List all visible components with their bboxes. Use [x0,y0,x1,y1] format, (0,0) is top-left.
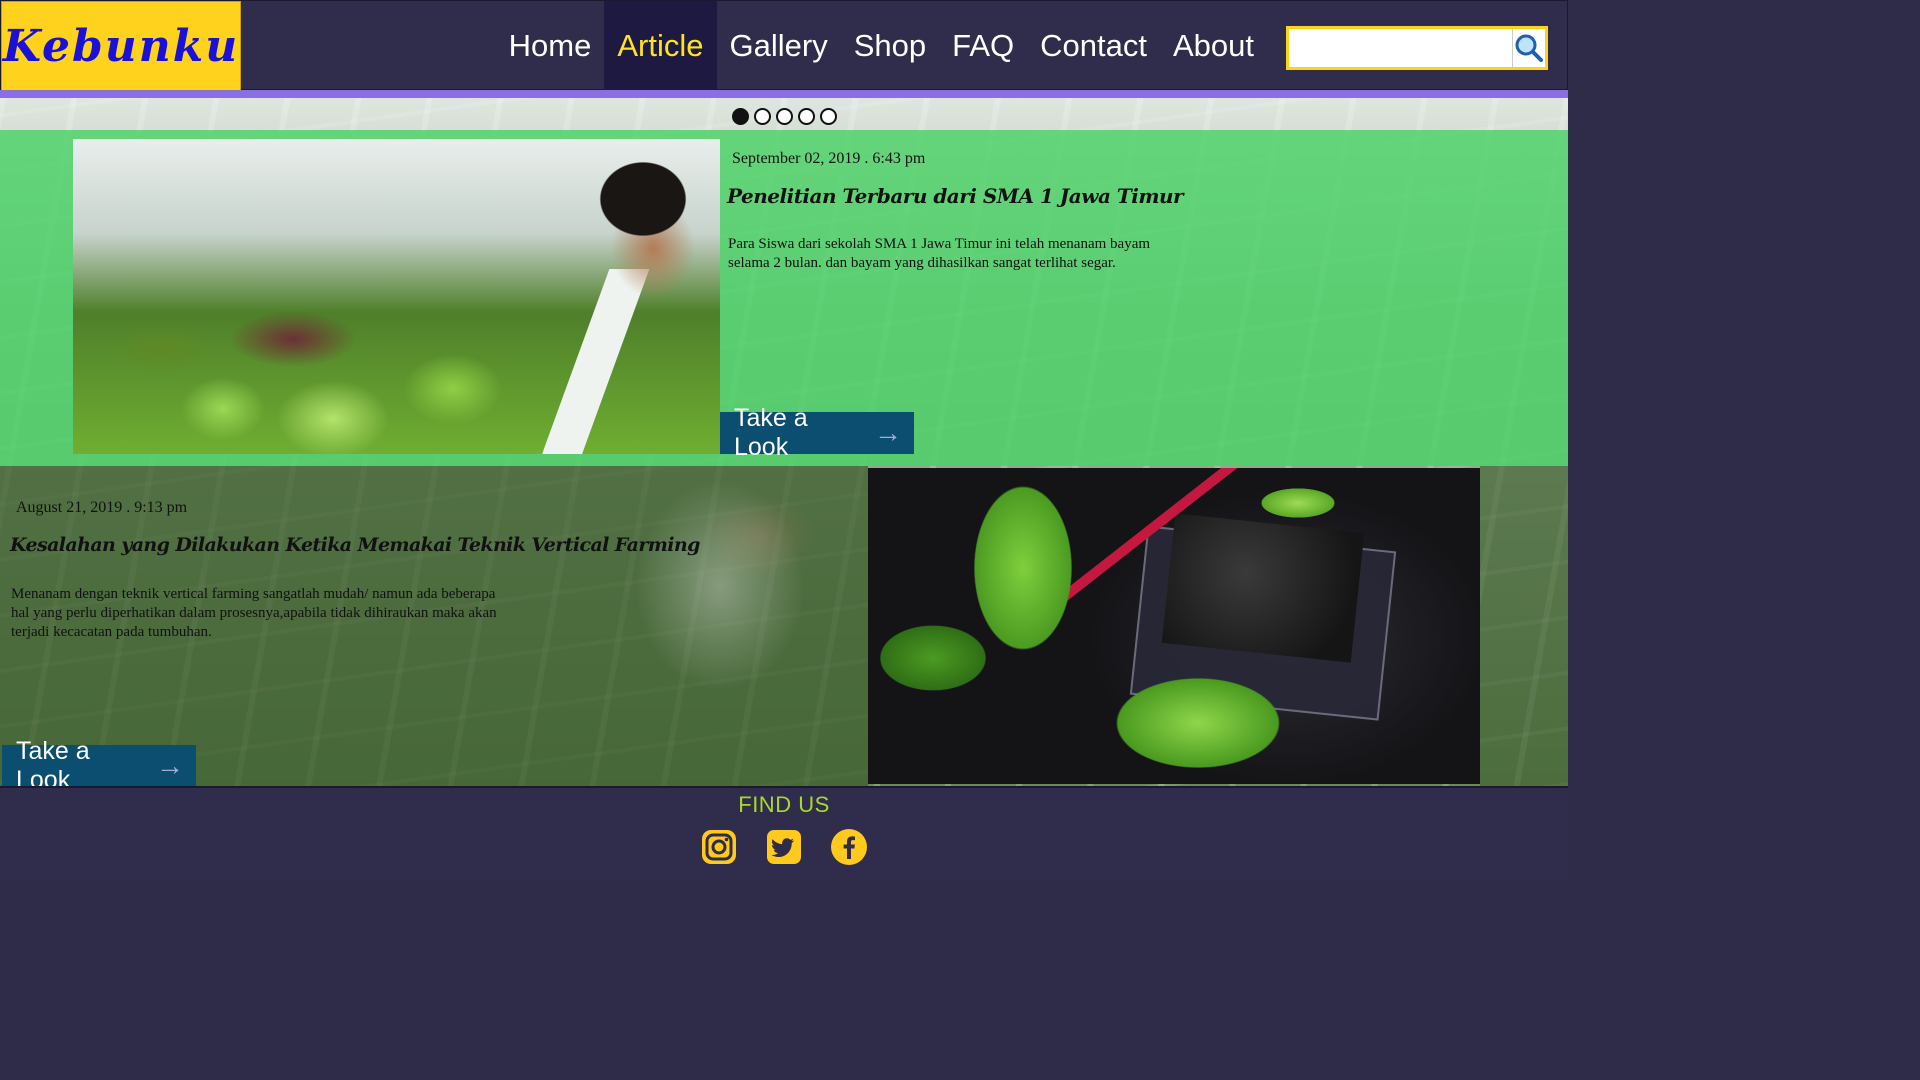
social-links [700,828,868,866]
button-label: Take a Look [734,404,808,461]
logo[interactable]: Kebunku [1,1,241,91]
site-header: Kebunku Home Article Gallery Shop FAQ Co… [0,0,1568,91]
twitter-icon[interactable] [765,828,803,866]
nav-article[interactable]: Article [604,1,717,91]
search-button[interactable] [1512,29,1545,67]
search-icon [1515,34,1543,62]
arrow-right-icon: → [156,750,184,781]
nav-shop[interactable]: Shop [841,1,939,91]
main-nav: Home Article Gallery Shop FAQ Contact Ab… [496,1,1267,91]
search-box [1286,26,1548,70]
person-figure [543,139,720,309]
logo-text: Kebunku [2,20,240,72]
carousel-dot-1[interactable] [732,108,749,125]
nav-contact[interactable]: Contact [1027,1,1160,91]
article-card-2-edge [1480,466,1568,786]
find-us-heading: FIND US [738,792,830,817]
article-1-take-a-look-button[interactable]: Take a Look → [720,404,914,461]
carousel-dot-4[interactable] [798,108,815,125]
article-2-title[interactable]: Kesalahan yang Dilakukan Ketika Memakai … [10,534,700,556]
arrow-right-icon: → [874,417,902,448]
article-2-image [868,468,1480,784]
nav-about[interactable]: About [1160,1,1267,91]
article-1-image [73,139,720,454]
carousel-dots [732,108,837,125]
carousel-dot-5[interactable] [820,108,837,125]
nav-home[interactable]: Home [496,1,605,91]
facebook-icon[interactable] [830,828,868,866]
carousel-dot-2[interactable] [754,108,771,125]
nav-gallery[interactable]: Gallery [717,1,841,91]
carousel-dot-3[interactable] [776,108,793,125]
leaf [868,618,998,698]
search-input[interactable] [1289,29,1512,67]
nav-faq[interactable]: FAQ [939,1,1027,91]
article-1-title[interactable]: Penelitian Terbaru dari SMA 1 Jawa Timur [727,184,1184,208]
article-1-excerpt: Para Siswa dari sekolah SMA 1 Jawa Timur… [728,236,1151,271]
article-2-take-a-look-button[interactable]: Take a Look → [2,737,196,794]
article-1-date: September 02, 2019 . 6:43 pm [732,150,926,167]
article-2-date: August 21, 2019 . 9:13 pm [16,499,188,516]
sprout [1253,483,1343,523]
soil-block [1161,513,1365,663]
header-divider [0,90,1568,98]
article-2-excerpt: Menanam dengan teknik vertical farming s… [11,586,497,640]
instagram-icon[interactable] [700,828,738,866]
leaf [1098,668,1298,778]
